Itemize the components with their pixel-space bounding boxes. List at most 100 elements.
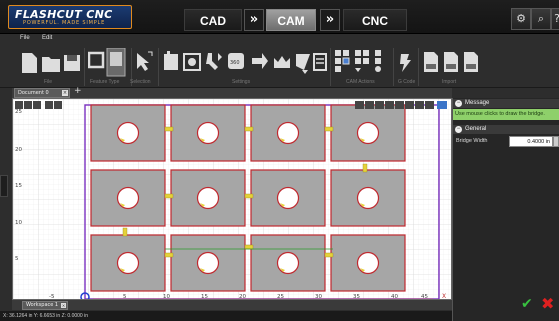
x-tick-label: -5: [49, 294, 55, 299]
trash-icon[interactable]: [375, 50, 381, 56]
tool-library-icon[interactable]: [164, 51, 178, 70]
add-tab-icon[interactable]: +: [74, 86, 82, 96]
sheet-settings-icon[interactable]: [313, 53, 327, 71]
import-tools: [424, 52, 478, 72]
pan-icon[interactable]: [45, 101, 53, 109]
part-hole[interactable]: [196, 251, 220, 275]
divider: [330, 48, 331, 86]
mode-cad-button[interactable]: CAD: [184, 9, 242, 31]
group-label-g-code: G Code: [398, 79, 416, 85]
collapse-icon[interactable]: −: [455, 126, 462, 133]
spindle-icon[interactable]: [206, 53, 222, 70]
part-hole[interactable]: [356, 121, 380, 145]
bridge-marker[interactable]: [244, 126, 254, 132]
cut-order-icon[interactable]: [296, 54, 310, 70]
import-gcode-icon[interactable]: [464, 52, 478, 72]
refresh-icon[interactable]: [375, 66, 381, 72]
bridge-marker[interactable]: [324, 252, 334, 258]
search-icon[interactable]: ⌕: [531, 8, 551, 30]
menu-file[interactable]: File: [20, 35, 30, 41]
menu-list-icon[interactable]: [437, 101, 447, 109]
bridge-marker[interactable]: [324, 126, 334, 132]
import-dxf-icon[interactable]: [424, 52, 438, 72]
chevron-right-icon: »: [320, 9, 340, 31]
zoom-out-icon[interactable]: [24, 101, 32, 109]
bridge-tool-active-icon[interactable]: [342, 57, 350, 65]
part-hole[interactable]: [196, 121, 220, 145]
zoom-fit-icon[interactable]: [33, 101, 41, 109]
app-logo: FLASHCUT CNC POWERFUL. MADE SIMPLE: [8, 5, 132, 29]
bridge-marker[interactable]: [244, 193, 254, 199]
group-label-cam-actions: CAM Actions: [346, 79, 375, 85]
menu-bar: File Edit: [0, 34, 559, 46]
mode-cnc-button[interactable]: CNC: [343, 9, 407, 31]
side-panel-grip[interactable]: [0, 175, 8, 197]
view-side-icon[interactable]: [375, 101, 384, 109]
logo-tagline: POWERFUL. MADE SIMPLE: [23, 20, 106, 26]
collapse-icon[interactable]: −: [455, 100, 462, 107]
menu-edit[interactable]: Edit: [42, 35, 52, 41]
speed-360-icon[interactable]: 360: [228, 53, 244, 69]
generate-toolpath-icon[interactable]: [335, 50, 341, 56]
zoom-in-icon[interactable]: [15, 101, 23, 109]
selection-tool-icon[interactable]: [134, 50, 156, 78]
part-hole[interactable]: [116, 251, 140, 275]
display-options-icon[interactable]: [415, 101, 424, 109]
close-icon[interactable]: ×: [62, 90, 68, 96]
help-icon[interactable]: ?: [551, 8, 559, 30]
leadin-icon[interactable]: [252, 53, 268, 69]
bridge-marker[interactable]: [122, 227, 128, 237]
part-hole[interactable]: [276, 186, 300, 210]
confirm-check-button[interactable]: ✔: [521, 296, 533, 312]
close-icon[interactable]: ×: [61, 303, 66, 308]
chevron-down-icon[interactable]: [302, 70, 308, 74]
part-hole[interactable]: [116, 186, 140, 210]
toolpath-display-icon[interactable]: [405, 101, 414, 109]
x-tick-label: 40: [391, 294, 398, 299]
nest-icon[interactable]: [355, 50, 361, 56]
drawing-canvas[interactable]: 25 20 15 10 5 -5 5 10 15 20 25 30 35 40 45 X: [12, 98, 452, 300]
bridge-marker[interactable]: [164, 252, 174, 258]
part-hole[interactable]: [196, 186, 220, 210]
canvas-svg[interactable]: 25 20 15 10 5 -5 5 10 15 20 25 30 35 40 45 X: [13, 99, 451, 299]
part-hole[interactable]: [276, 121, 300, 145]
bridge-width-stepper[interactable]: [553, 136, 559, 147]
select-icon[interactable]: [54, 101, 62, 109]
cancel-x-button[interactable]: ✖: [541, 294, 554, 313]
group-label-settings: Settings: [232, 79, 251, 85]
settings-gears-icon[interactable]: ⚙: [511, 8, 531, 30]
workspace-tab-bar: Workspace 1 ×: [12, 300, 452, 310]
divider: [158, 48, 159, 86]
import-image-icon[interactable]: [444, 52, 458, 72]
x-tick-label: 5: [123, 294, 127, 299]
save-icon[interactable]: [64, 55, 80, 71]
bridge-marker[interactable]: [164, 193, 174, 199]
view-top-icon[interactable]: [355, 101, 364, 109]
workspace-tab[interactable]: Workspace 1 ×: [22, 301, 68, 310]
y-tick-label: 10: [15, 220, 22, 226]
feature-type-tools: [88, 48, 126, 77]
view-3d-icon[interactable]: [395, 101, 404, 109]
verify-icon[interactable]: [343, 50, 349, 56]
outline-feature-icon[interactable]: [88, 51, 105, 69]
tabs-icon[interactable]: [274, 56, 290, 68]
bridge-width-input[interactable]: 0.4000 in: [509, 136, 553, 147]
bridge-marker[interactable]: [244, 244, 254, 250]
new-file-icon[interactable]: [22, 53, 37, 73]
gear-box-icon[interactable]: [183, 53, 201, 71]
bridge-marker[interactable]: [362, 163, 368, 173]
message-header[interactable]: − Message: [453, 99, 559, 108]
part-hole[interactable]: [356, 186, 380, 210]
general-header[interactable]: − General: [453, 125, 559, 134]
part-hole[interactable]: [356, 251, 380, 275]
view-front-icon[interactable]: [365, 101, 374, 109]
open-folder-icon[interactable]: [42, 57, 60, 72]
grid-toggle-icon[interactable]: [425, 101, 434, 109]
part-hole[interactable]: [116, 121, 140, 145]
part-hole[interactable]: [276, 251, 300, 275]
document-tab[interactable]: Document 0 ×: [14, 88, 70, 98]
mode-cam-button[interactable]: CAM: [266, 9, 316, 31]
bridge-marker[interactable]: [164, 126, 174, 132]
gcode-icon[interactable]: [398, 50, 414, 76]
view-iso-icon[interactable]: [385, 101, 394, 109]
